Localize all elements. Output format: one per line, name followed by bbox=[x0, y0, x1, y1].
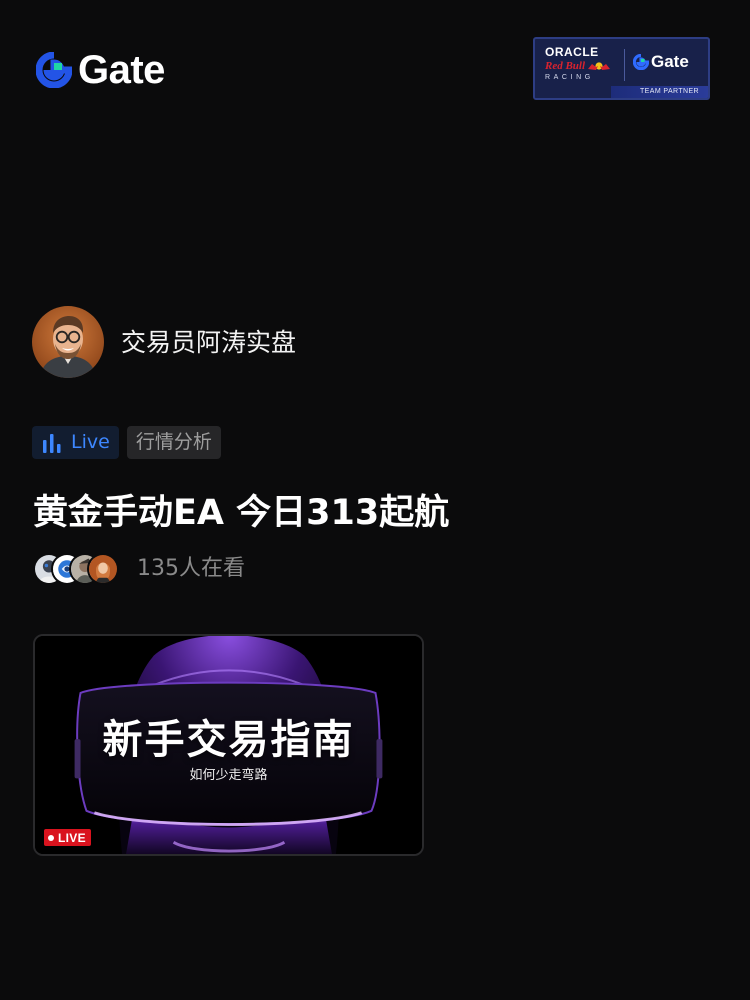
viewer-avatar bbox=[87, 553, 119, 585]
stream-tags: Live 行情分析 bbox=[32, 426, 221, 459]
viewer-avatars bbox=[33, 553, 129, 585]
category-tag[interactable]: 行情分析 bbox=[126, 426, 221, 459]
team-partner-badge[interactable]: ORACLE Red Bull RACING Gate TEAM PARTNER bbox=[533, 37, 710, 100]
bar-chart-icon bbox=[43, 433, 61, 453]
live-dot-icon bbox=[48, 834, 54, 841]
stream-cover-card[interactable]: 新手交易指南 如何少走弯路 LIVE bbox=[33, 634, 424, 856]
category-tag-label: 行情分析 bbox=[135, 431, 212, 453]
live-badge: LIVE bbox=[44, 829, 91, 846]
live-tag: Live bbox=[32, 426, 119, 459]
host-name[interactable]: 交易员阿涛实盘 bbox=[121, 330, 296, 355]
partner-gate-name: Gate bbox=[651, 52, 689, 71]
redbull-wordmark: Red Bull bbox=[545, 60, 586, 72]
host-avatar[interactable] bbox=[32, 306, 104, 378]
partner-caption: TEAM PARTNER bbox=[640, 88, 699, 95]
partner-caption-bar: TEAM PARTNER bbox=[535, 86, 708, 98]
cover-title: 新手交易指南 bbox=[102, 717, 355, 763]
oracle-wordmark: ORACLE bbox=[545, 45, 599, 59]
partner-divider bbox=[624, 49, 625, 81]
live-tag-label: Live bbox=[71, 431, 110, 453]
host-row[interactable]: 交易员阿涛实盘 bbox=[32, 306, 296, 378]
gate-logo-icon bbox=[36, 52, 72, 88]
stream-title[interactable]: 黄金手动EA 今日313起航 bbox=[33, 491, 449, 535]
red-bull-icon bbox=[588, 62, 611, 70]
live-badge-label: LIVE bbox=[58, 830, 86, 845]
racing-wordmark: RACING bbox=[545, 74, 594, 81]
viewer-count-row: 135人在看 bbox=[33, 553, 245, 585]
gate-logo-icon bbox=[633, 53, 649, 70]
brand-logo[interactable]: Gate bbox=[36, 50, 165, 90]
redbull-racing-logo: ORACLE Red Bull RACING bbox=[545, 46, 619, 83]
cover-subtitle: 如何少走弯路 bbox=[189, 768, 268, 783]
viewer-count: 135人在看 bbox=[137, 556, 245, 581]
brand-name: Gate bbox=[78, 48, 165, 92]
